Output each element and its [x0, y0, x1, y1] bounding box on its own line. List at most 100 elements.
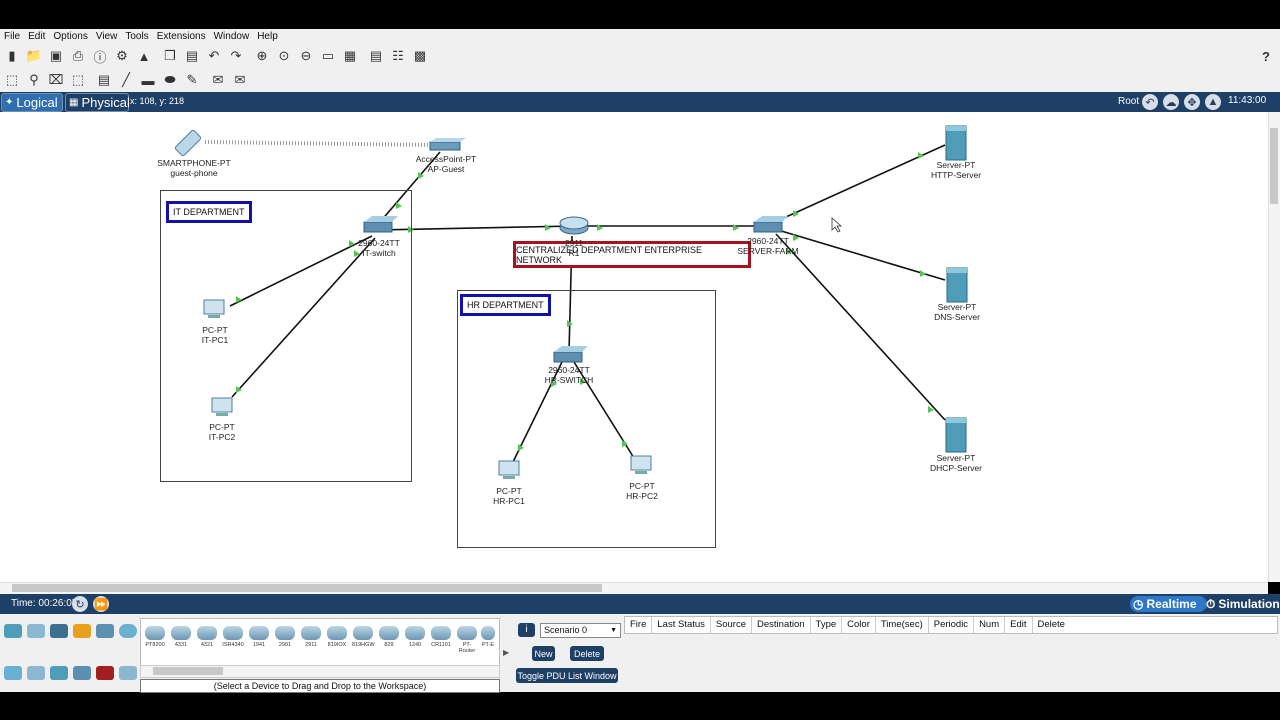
stack-icon[interactable]: ☷	[390, 48, 406, 64]
physical-tab[interactable]: ▦ Physical	[65, 93, 130, 112]
network-wizard-icon[interactable]: ⚙	[114, 48, 130, 64]
zoom-in-icon[interactable]: ⊕	[254, 48, 270, 64]
hr-pc1-device[interactable]: PC-PT HR-PC1	[493, 486, 525, 506]
menu-options[interactable]: Options	[49, 31, 91, 42]
root-label[interactable]: Root	[1118, 96, 1139, 107]
fast-forward-icon[interactable]: ⏩	[93, 596, 109, 612]
menu-view[interactable]: View	[92, 31, 122, 42]
menu-edit[interactable]: Edit	[24, 31, 49, 42]
print-icon[interactable]: ⎙	[70, 48, 86, 64]
security-icon[interactable]	[96, 666, 114, 680]
device-model-tile[interactable]: 1941	[248, 626, 270, 654]
delete-scenario-button[interactable]: Delete	[570, 646, 604, 661]
save-icon[interactable]: ▣	[48, 48, 64, 64]
pdu-column-header[interactable]: Type	[811, 617, 843, 633]
pdu-column-header[interactable]: Color	[842, 617, 876, 633]
wireless-icon[interactable]	[73, 666, 91, 680]
dhcp-server-device[interactable]: Server-PT DHCP-Server	[930, 453, 982, 473]
simple-pdu-icon[interactable]: ✉	[210, 72, 226, 88]
multiuser-icon[interactable]	[119, 624, 137, 638]
device-model-tile[interactable]: PT-Router	[456, 626, 478, 654]
cluster-icon[interactable]: ☁	[1163, 94, 1179, 110]
new-file-icon[interactable]: ▮	[4, 48, 20, 64]
back-icon[interactable]: ↶	[1142, 94, 1158, 110]
http-server-device[interactable]: Server-PT HTTP-Server	[931, 160, 981, 180]
pdu-column-header[interactable]: Num	[974, 617, 1006, 633]
copy-icon[interactable]: ❐	[162, 48, 178, 64]
hubs-icon[interactable]	[50, 666, 68, 680]
image-icon[interactable]: ▩	[412, 48, 428, 64]
scenario-info-icon[interactable]: i	[518, 623, 535, 637]
components-icon[interactable]	[50, 624, 68, 638]
custom-device-icon[interactable]: ▦	[342, 48, 358, 64]
drawing-palette-icon[interactable]: ▭	[320, 48, 336, 64]
menu-extensions[interactable]: Extensions	[153, 31, 210, 42]
server-switch-device[interactable]: 2960-24TT SERVER-FARM	[737, 236, 798, 256]
device-model-tile[interactable]: 2901	[274, 626, 296, 654]
resize-icon[interactable]: ⬚	[70, 72, 86, 88]
help-icon[interactable]: ?	[1258, 48, 1274, 64]
zoom-reset-icon[interactable]: ⊙	[276, 48, 292, 64]
routers-icon[interactable]	[4, 666, 22, 680]
access-point-device[interactable]: AccessPoint-PT AP-Guest	[416, 154, 476, 174]
line-icon[interactable]: ╱	[118, 72, 134, 88]
new-scenario-button[interactable]: New	[532, 646, 555, 661]
device-list-scroll-thumb[interactable]	[153, 667, 223, 675]
device-model-tile[interactable]: 829	[378, 626, 400, 654]
device-model-tile[interactable]: 819IOX	[326, 626, 348, 654]
it-switch-device[interactable]: 2960-24TT IT-switch	[358, 238, 400, 258]
device-model-tile[interactable]: 4321	[196, 626, 218, 654]
it-department-label[interactable]: IT DEPARTMENT	[166, 201, 252, 223]
power-cycle-icon[interactable]: ↻	[72, 596, 88, 612]
device-model-tile[interactable]: PT8200	[144, 626, 166, 654]
freeform-icon[interactable]: ✎	[184, 72, 200, 88]
switches-icon[interactable]	[27, 666, 45, 680]
logical-workspace[interactable]: IT DEPARTMENT HR DEPARTMENT CENTRALIZED …	[0, 112, 1268, 582]
logical-tab[interactable]: ✦ Logical	[1, 93, 63, 112]
device-model-tile[interactable]: CR1101	[430, 626, 452, 654]
delete-icon[interactable]: ⌧	[48, 72, 64, 88]
redo-icon[interactable]: ↷	[228, 48, 244, 64]
hr-switch-device[interactable]: 2960-24TT HR-SWITCH	[545, 365, 594, 385]
ellipse-icon[interactable]: ⬬	[162, 72, 178, 88]
scenario-select[interactable]: Scenario 0 ▼	[540, 623, 621, 638]
collapse-arrow-icon[interactable]: ▶	[503, 648, 509, 657]
paste-icon[interactable]: ▤	[184, 48, 200, 64]
device-model-tile[interactable]: 2911	[300, 626, 322, 654]
network-title-note[interactable]: CENTRALIZED DEPARTMENT ENTERPRISE NETWOR…	[513, 241, 751, 268]
pdu-column-header[interactable]: Delete	[1033, 617, 1070, 633]
misc-icon[interactable]	[96, 624, 114, 638]
pdu-column-header[interactable]: Periodic	[929, 617, 975, 633]
activity-wizard-icon[interactable]: ▲	[136, 48, 152, 64]
pdu-column-header[interactable]: Fire	[625, 617, 653, 633]
pdu-column-header[interactable]: Last Status	[652, 617, 711, 633]
router-device[interactable]: 2911 R1	[565, 238, 583, 258]
dns-server-device[interactable]: Server-PT DNS-Server	[934, 302, 980, 322]
view-list-icon[interactable]: ▤	[368, 48, 384, 64]
menu-help[interactable]: Help	[253, 31, 282, 42]
pdu-column-header[interactable]: Edit	[1005, 617, 1033, 633]
rectangle-icon[interactable]: ▬	[140, 72, 156, 88]
pdu-column-header[interactable]: Time(sec)	[876, 617, 929, 633]
simulation-mode-button[interactable]: ⏱ Simulation	[1203, 596, 1280, 612]
pdu-column-header[interactable]: Source	[711, 617, 753, 633]
it-pc2-device[interactable]: PC-PT IT-PC2	[209, 422, 235, 442]
device-model-tile[interactable]: 819HGW	[352, 626, 375, 654]
device-model-tile[interactable]: PT-E	[480, 626, 496, 654]
pdu-column-header[interactable]: Destination	[752, 617, 811, 633]
menu-file[interactable]: File	[0, 31, 24, 42]
note-icon[interactable]: ▤	[96, 72, 112, 88]
network-devices-icon[interactable]	[4, 624, 22, 638]
zoom-out-icon[interactable]: ⊖	[298, 48, 314, 64]
wan-emulation-icon[interactable]	[119, 666, 137, 680]
undo-icon[interactable]: ↶	[206, 48, 222, 64]
select-icon[interactable]: ⬚	[4, 72, 20, 88]
complex-pdu-icon[interactable]: ✉	[232, 72, 248, 88]
vertical-scroll-thumb[interactable]	[1270, 128, 1278, 204]
realtime-mode-button[interactable]: ◷ Realtime	[1130, 596, 1207, 612]
device-model-tile[interactable]: 1240	[404, 626, 426, 654]
connections-icon[interactable]	[73, 624, 91, 638]
move-object-icon[interactable]: ✥	[1184, 94, 1200, 110]
inspect-icon[interactable]: ⚲	[26, 72, 42, 88]
horizontal-scroll-thumb[interactable]	[12, 584, 602, 592]
